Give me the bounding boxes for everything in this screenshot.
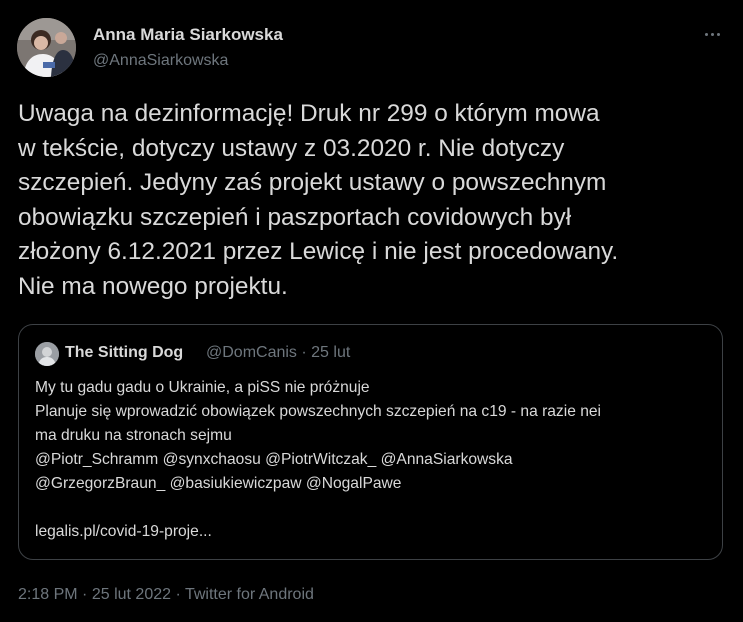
quoted-author-meta: @DomCanis · 25 lut	[206, 344, 351, 361]
separator: ·	[175, 586, 181, 603]
quoted-author-avatar[interactable]	[35, 342, 59, 366]
profile-photo-icon	[17, 18, 76, 77]
quoted-tweet-text: My tu gadu gadu o Ukrainie, a piSS nie p…	[35, 376, 707, 544]
quoted-tweet-link[interactable]: legalis.pl/covid-19-proje...	[35, 523, 212, 540]
tweet-text: Uwaga na dezinformację! Druk nr 299 o kt…	[18, 100, 619, 300]
tweet: Anna Maria Siarkowska @AnnaSiarkowska Uw…	[0, 0, 743, 622]
dot	[717, 33, 720, 36]
separator: ·	[82, 586, 88, 603]
author-avatar[interactable]	[17, 18, 76, 77]
quoted-tweet-body: My tu gadu gadu o Ukrainie, a piSS nie p…	[35, 379, 602, 492]
quoted-author-name[interactable]: The Sitting Dog	[65, 344, 183, 362]
tweet-date[interactable]: 25 lut 2022	[92, 586, 171, 603]
dot	[705, 33, 708, 36]
author-name[interactable]: Anna Maria Siarkowska	[93, 25, 283, 45]
tweet-source[interactable]: Twitter for Android	[185, 586, 314, 603]
dot	[711, 33, 714, 36]
quoted-tweet[interactable]: The Sitting Dog @DomCanis · 25 lut My tu…	[18, 324, 723, 560]
author-handle[interactable]: @AnnaSiarkowska	[93, 52, 228, 70]
more-options-icon[interactable]	[698, 22, 728, 46]
dog-photo-icon	[35, 342, 59, 366]
tweet-footer: 2:18 PM · 25 lut 2022 · Twitter for Andr…	[18, 586, 314, 604]
tweet-time[interactable]: 2:18 PM	[18, 586, 78, 603]
